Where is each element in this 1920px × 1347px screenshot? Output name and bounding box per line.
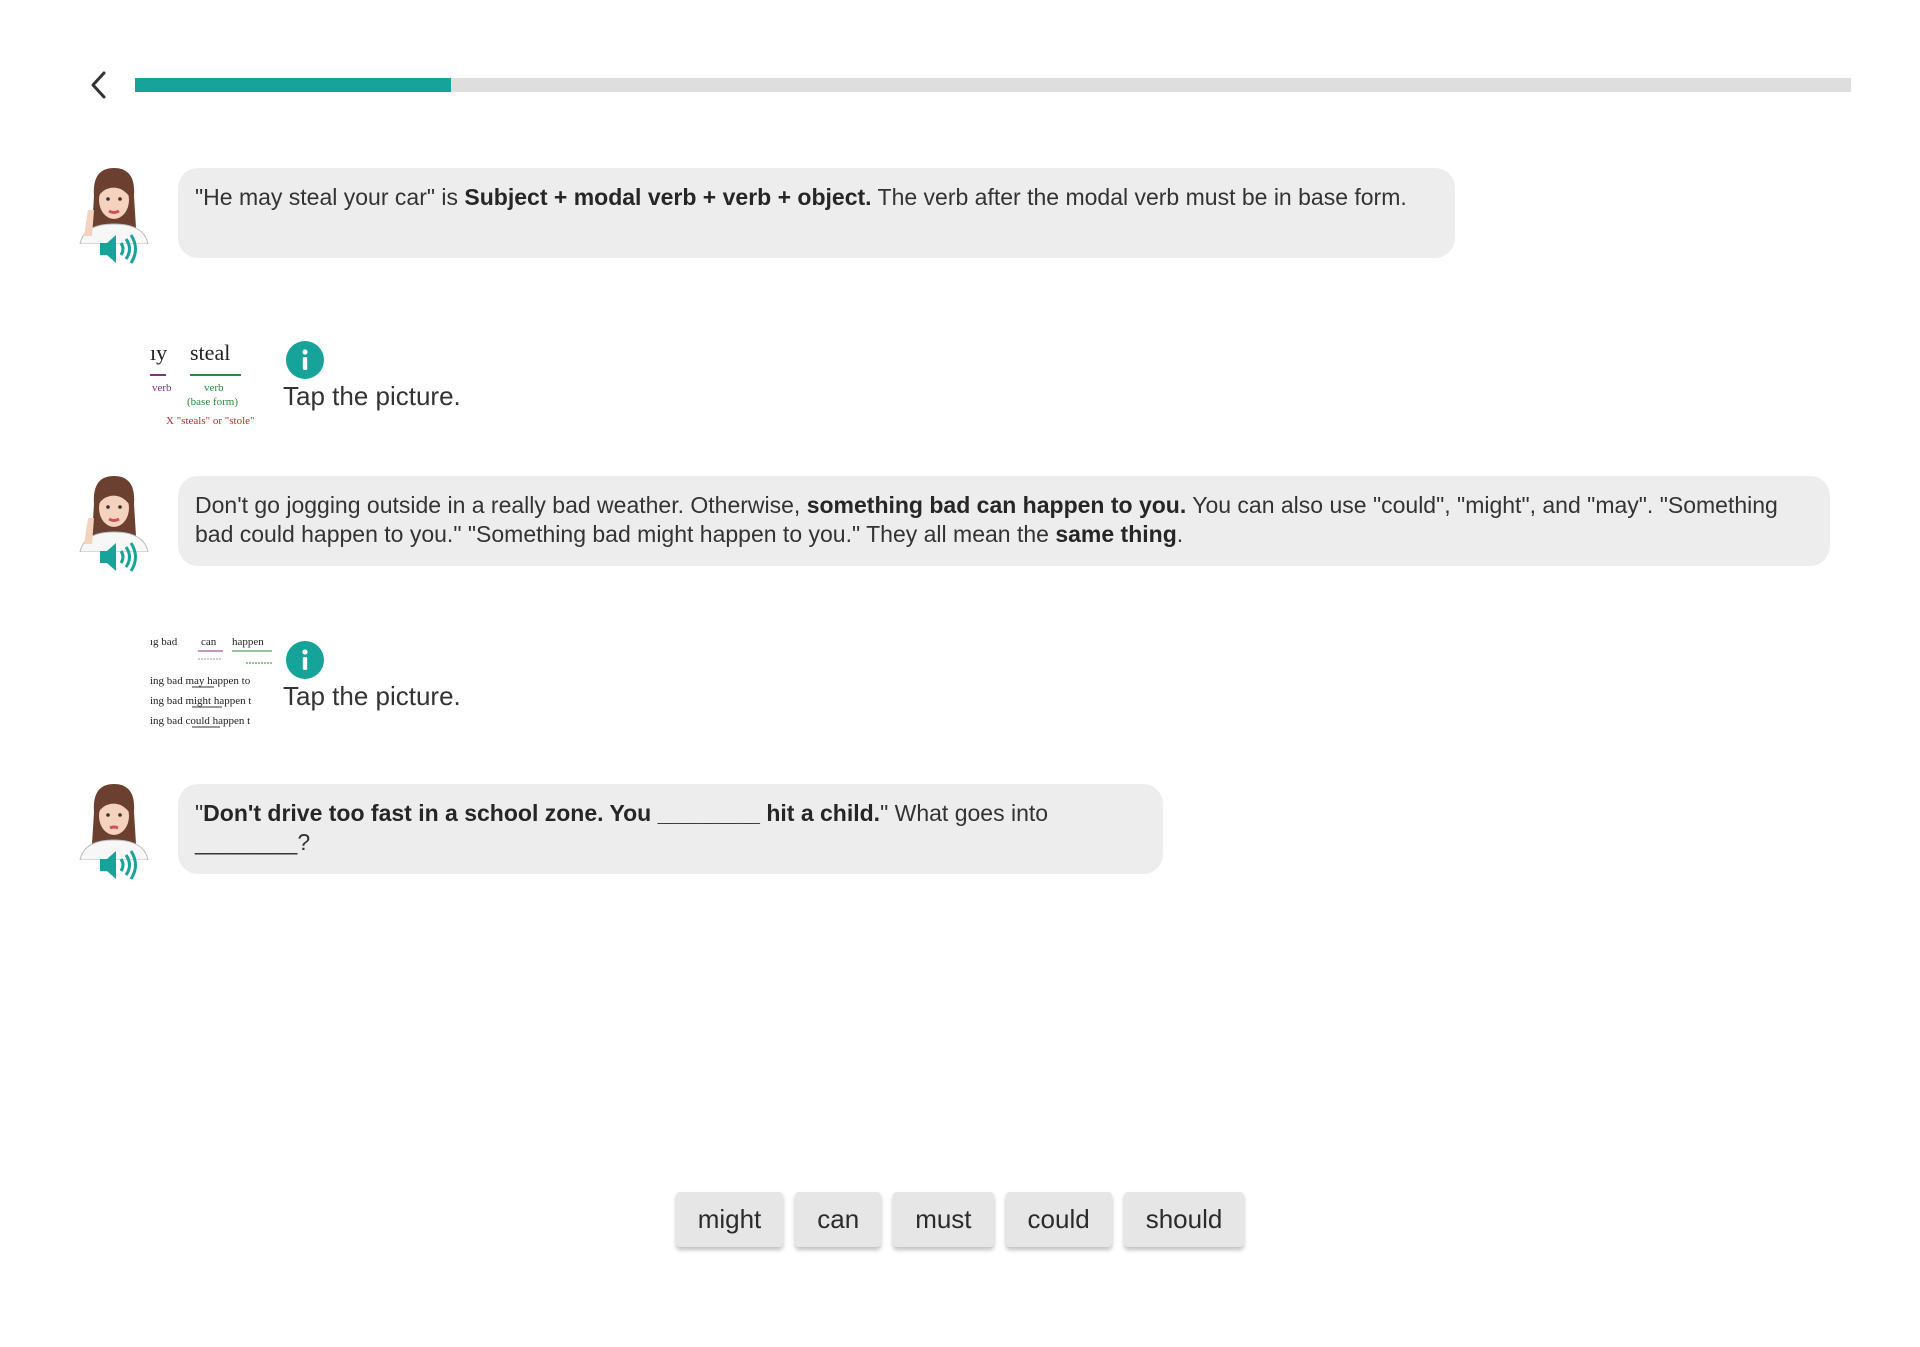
info-icon[interactable]: [286, 641, 324, 679]
tap-instruction: Tap the picture.: [283, 681, 461, 711]
speaker-icon[interactable]: [98, 848, 138, 882]
message-bold-segment: same thing: [1055, 521, 1177, 547]
message-bold-segment: Subject + modal verb + verb + object.: [464, 184, 872, 210]
speaker-icon[interactable]: [98, 540, 138, 574]
answer-choices: might can must could should: [0, 1192, 1920, 1247]
speaker-icon[interactable]: [98, 232, 138, 266]
grammar-picture[interactable]: ıy verb steal verb (base form) X "steals…: [150, 333, 274, 429]
message-segment: Don't go jogging outside in a really bad…: [195, 492, 807, 518]
picture-head-word: happen: [232, 636, 264, 648]
progress-fill: [135, 78, 451, 92]
picture-line: ing bad could happen t: [150, 715, 250, 727]
answer-choice-might[interactable]: might: [675, 1192, 784, 1247]
picture-head-word: can: [201, 636, 217, 648]
question-text: "Don't drive too fast in a school zone. …: [195, 800, 1048, 855]
message-bubble: Don't go jogging outside in a really bad…: [178, 476, 1830, 566]
picture-line: ing bad might happen t: [150, 695, 251, 707]
message-segment: "He may steal your car" is: [195, 184, 465, 210]
picture-note: X "steals" or "stole": [166, 415, 255, 427]
picture-label-base: (base form): [187, 396, 238, 408]
message-bubble: "He may steal your car" is Subject + mod…: [178, 168, 1455, 258]
message-bold-segment: Don't drive too fast in a school zone. Y…: [203, 800, 881, 826]
chevron-left-icon: [91, 71, 106, 99]
picture-head-word: ıg bad: [150, 636, 178, 648]
message-segment: The verb after the modal verb must be in…: [871, 184, 1407, 210]
picture-label-left: verb: [152, 382, 172, 394]
message-segment: .: [1176, 521, 1184, 547]
grammar-picture[interactable]: ıg bad can happen ing bad may happen to …: [150, 633, 274, 729]
picture-word: steal: [190, 340, 230, 365]
answer-choice-could[interactable]: could: [1005, 1192, 1112, 1247]
lesson-progress-bar: [135, 78, 1851, 92]
answer-choice-must[interactable]: must: [893, 1192, 994, 1247]
picture-line: ing bad may happen to: [150, 675, 251, 687]
info-icon[interactable]: [286, 341, 324, 379]
picture-label-verb: verb: [204, 382, 224, 394]
message-bold-segment: something bad can happen to you.: [806, 492, 1187, 518]
answer-choice-should[interactable]: should: [1123, 1192, 1245, 1247]
picture-word-left: ıy: [150, 340, 167, 365]
message-text: Don't go jogging outside in a really bad…: [195, 492, 1778, 547]
tap-instruction: Tap the picture.: [283, 381, 461, 411]
message-segment: ": [195, 800, 204, 826]
back-button[interactable]: [82, 68, 116, 102]
message-text: "He may steal your car" is Subject + mod…: [195, 184, 1407, 210]
question-bubble: "Don't drive too fast in a school zone. …: [178, 784, 1163, 874]
answer-choice-can[interactable]: can: [795, 1192, 882, 1247]
